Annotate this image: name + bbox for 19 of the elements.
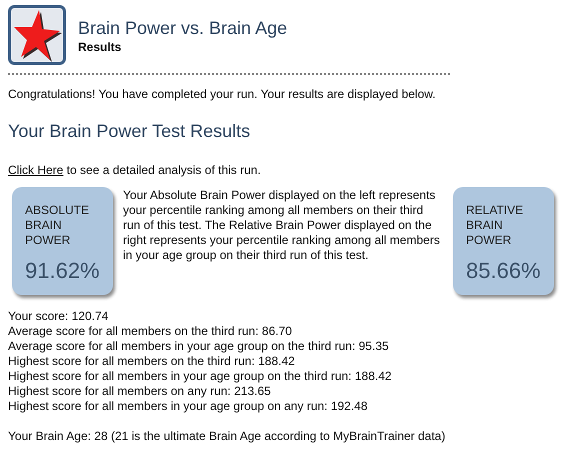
brain-age-text: Your Brain Age: 28 (21 is the ultimate Brain Age according to MyBrainTrainer data) — [8, 429, 446, 444]
analysis-text: Click Here to see a detailed analysis of this run. — [8, 163, 262, 178]
page-title: Brain Power vs. Brain Age — [78, 17, 288, 39]
score-line: Highest score for all members on any run: 213.65 — [8, 384, 272, 399]
score-line: Average score for all members on the third run: 86.70 — [8, 324, 293, 339]
explanation-text: Your Absolute Brain Power displayed on the left represents your percentile ranking among all members on their third run of this test. The Relative Brain Power displayed on the right represents your percentile ranking among all members in your age group on their third run of this test. — [123, 187, 441, 264]
card-value: 91.62% — [25, 258, 101, 284]
score-line: Highest score for all members on the third run: 188.42 — [8, 354, 296, 369]
page-subtitle: Results — [78, 39, 122, 55]
intro-text: Congratulations! You have completed your run. Your results are displayed below. — [8, 87, 437, 102]
card-value: 85.66% — [466, 258, 542, 284]
card-label: RELATIVE BRAIN POWER — [466, 203, 524, 248]
score-line: Your score: 120.74 — [8, 309, 110, 324]
click-here-link[interactable]: Click Here — [8, 163, 64, 177]
results-heading: Your Brain Power Test Results — [8, 120, 252, 142]
score-line: Highest score for all members in your age group on any run: 192.48 — [8, 399, 369, 414]
score-line: Average score for all members in your age group on the third run: 95.35 — [8, 339, 390, 354]
card-label: ABSOLUTE BRAIN POWER — [25, 203, 90, 248]
score-line: Highest score for all members in your age group on the third run: 188.42 — [8, 369, 393, 384]
